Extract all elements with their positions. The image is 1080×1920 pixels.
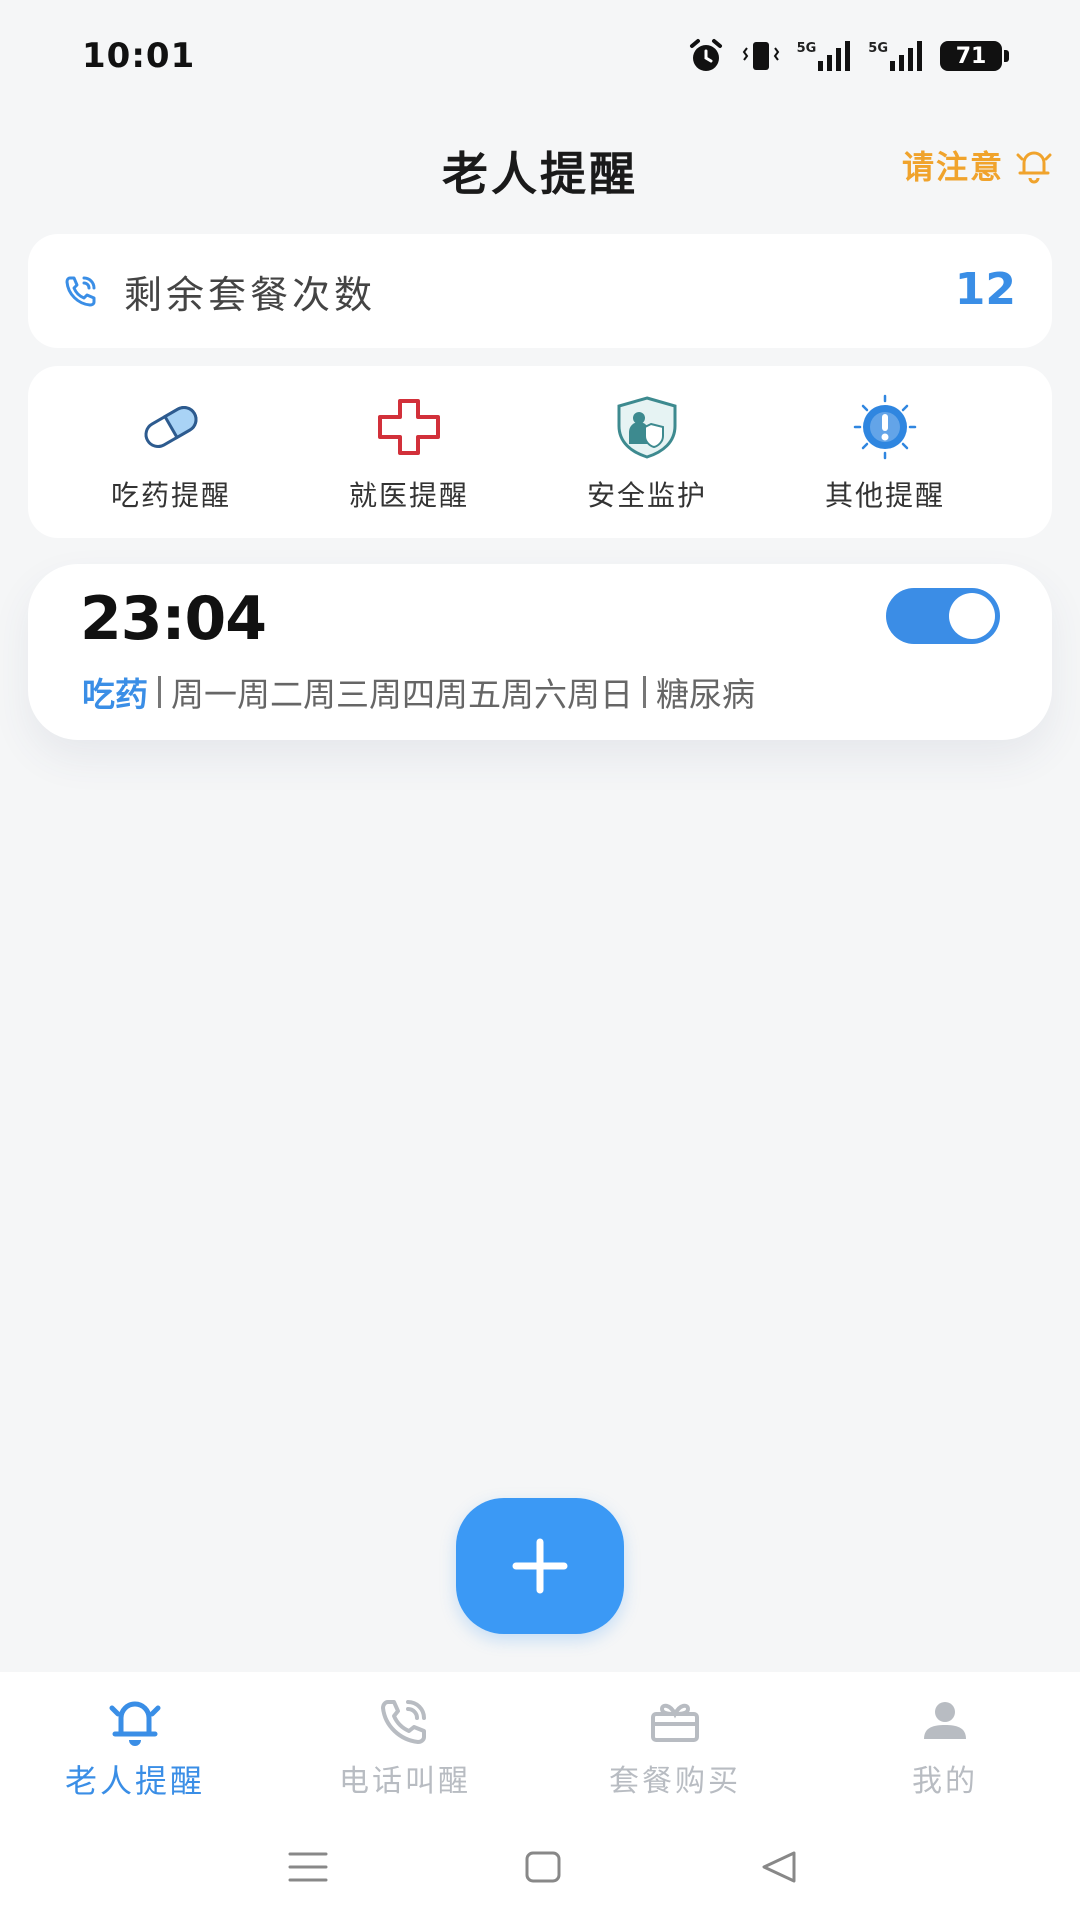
plus-icon [512,1538,568,1594]
category-safety[interactable]: 安全监护 [528,366,766,538]
category-other[interactable]: 其他提醒 [766,366,1004,538]
tab-mine[interactable]: 我的 [810,1672,1080,1812]
alert-icon [853,394,917,460]
phone-icon [65,276,96,307]
tab-label: 老人提醒 [64,1762,205,1800]
signal-1-label: 5G [796,41,817,56]
signal-1: 5G [797,41,853,71]
divider [158,676,161,708]
battery-level: 71 [955,43,987,69]
tab-plan-purchase[interactable]: 套餐购买 [540,1672,810,1812]
signal-2-label: 5G [868,41,888,56]
category-label: 其他提醒 [824,479,945,512]
tab-phone-wakeup[interactable]: 电话叫醒 [270,1672,540,1812]
alarm-meta: 吃药 周一周二周三周四周五周六周日 糖尿病 [82,668,755,716]
shield-guard-icon [617,396,677,459]
alarm-item[interactable]: 23:04 吃药 周一周二周三周四周五周六周日 糖尿病 [28,564,1052,740]
tab-label: 我的 [912,1764,978,1799]
pill-icon [144,406,198,448]
bell-outline-icon [1016,151,1052,184]
menu-icon[interactable] [288,1850,328,1884]
signal-bars-icon [890,41,922,71]
tab-label: 套餐购买 [609,1764,741,1799]
back-icon[interactable] [760,1850,798,1884]
add-reminder-button[interactable] [456,1498,624,1634]
gift-box-icon [651,1703,699,1742]
alarm-note: 糖尿病 [656,675,755,714]
category-hospital[interactable]: 就医提醒 [290,366,528,538]
alarm-time: 23:04 [80,584,267,654]
alarm-days: 周一周二周三周四周五周六周日 [171,675,633,714]
attention-button[interactable]: 请注意 [902,142,1054,188]
category-card: 吃药提醒 就医提醒 安全监护 其他提醒 [28,366,1052,538]
phone-call-icon [381,1700,426,1744]
system-nav-bar [0,1812,1080,1920]
alarm-clock-icon [689,39,722,71]
battery-indicator: 71 [940,41,1009,71]
bell-icon [109,1701,161,1746]
medical-cross-icon [378,399,440,455]
alarm-toggle[interactable] [886,588,1000,644]
home-icon[interactable] [524,1850,562,1884]
bottom-tab-bar: 老人提醒 电话叫醒 套餐购买 我的 [0,1672,1080,1812]
tab-elder-reminder[interactable]: 老人提醒 [0,1672,270,1812]
attention-label: 请注意 [901,148,1004,186]
alarm-type: 吃药 [82,675,148,714]
plan-remaining-count: 12 [954,264,1016,315]
category-label: 安全监护 [586,479,707,512]
category-label: 就医提醒 [348,479,469,512]
category-label: 吃药提醒 [110,479,231,512]
user-icon [924,1702,966,1739]
status-icons: 5G 5G 71 [687,36,1009,76]
plan-remaining-card[interactable]: 剩余套餐次数 12 [28,234,1052,348]
signal-2: 5G [868,41,924,71]
vibrate-icon [742,42,779,70]
category-medication[interactable]: 吃药提醒 [52,366,290,538]
signal-bars-icon [818,41,851,71]
app-screen: 10:01 5G 5G 71 老人提醒 请注意 剩余套餐次数 12 吃药提醒 就… [0,0,1080,1920]
plan-remaining-label: 剩余套餐次数 [124,272,377,317]
toggle-knob [949,593,995,639]
status-bar: 10:01 5G 5G 71 [0,0,1080,110]
tab-label: 电话叫醒 [339,1764,471,1799]
status-time: 10:01 [82,36,196,76]
header: 老人提醒 请注意 [0,120,1080,210]
divider [643,676,646,708]
